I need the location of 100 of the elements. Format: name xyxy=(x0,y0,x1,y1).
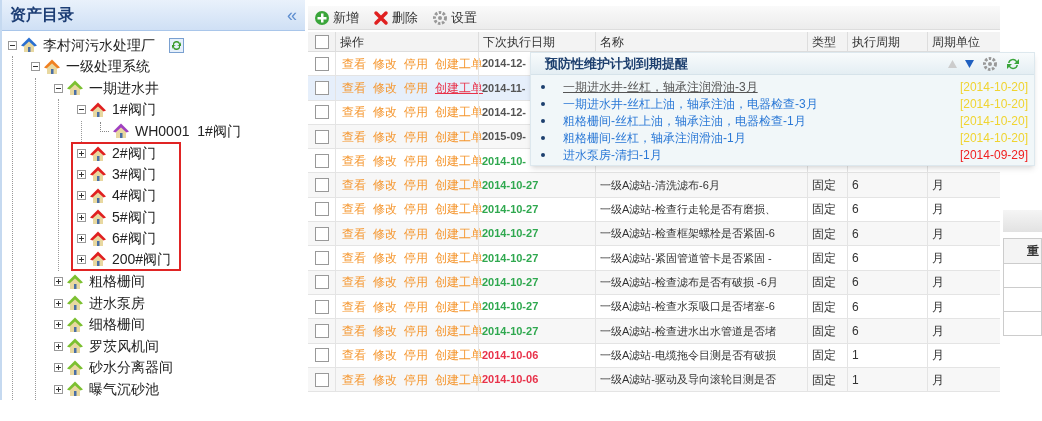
action-link[interactable]: 停用 xyxy=(404,127,428,146)
action-link[interactable]: 修改 xyxy=(373,78,397,97)
action-link[interactable]: 查看 xyxy=(342,273,366,292)
tree-item[interactable]: 罗茨风机间 xyxy=(89,335,159,357)
action-link[interactable]: 修改 xyxy=(373,127,397,146)
action-link[interactable]: 停用 xyxy=(404,297,428,316)
tree-item[interactable]: 200#阀门 xyxy=(112,248,172,270)
action-link[interactable]: 停用 xyxy=(404,54,428,73)
checkbox[interactable] xyxy=(314,275,329,290)
action-link[interactable]: 修改 xyxy=(373,176,397,195)
toolbar-button[interactable]: 设置 xyxy=(432,7,477,28)
expand-toggle[interactable] xyxy=(54,363,63,373)
tree-item[interactable]: 4#阀门 xyxy=(112,185,156,207)
action-link[interactable]: 停用 xyxy=(404,273,428,292)
action-link[interactable]: 查看 xyxy=(342,249,366,267)
expand-toggle[interactable] xyxy=(77,234,86,244)
action-link[interactable]: 查看 xyxy=(342,103,366,122)
expand-toggle[interactable] xyxy=(77,254,86,264)
tree-item[interactable]: 细格栅间 xyxy=(89,314,145,336)
checkbox[interactable] xyxy=(314,34,329,49)
tree-item[interactable]: 6#阀门 xyxy=(112,228,156,250)
checkbox[interactable] xyxy=(314,56,329,71)
checkbox[interactable] xyxy=(314,323,329,338)
tree-item[interactable]: 砂水分离器间 xyxy=(89,357,173,379)
action-link[interactable]: 停用 xyxy=(404,103,428,122)
tree-item[interactable]: 3#阀门 xyxy=(112,163,156,185)
action-link[interactable]: 查看 xyxy=(342,297,366,316)
tree-item[interactable]: 进水泵房 xyxy=(89,292,145,314)
reminder-link[interactable]: 进水泵房-清扫-1月 xyxy=(563,145,662,164)
action-link[interactable]: 修改 xyxy=(373,54,397,73)
action-link[interactable]: 修改 xyxy=(373,200,397,219)
reminder-link[interactable]: 一期进水井-丝杠上油，轴承注油，电器检查-3月 xyxy=(563,94,818,113)
collapse-button[interactable]: « xyxy=(287,5,297,24)
action-link[interactable]: 停用 xyxy=(404,78,428,97)
action-link[interactable]: 查看 xyxy=(342,78,366,97)
action-link[interactable]: 查看 xyxy=(342,346,366,365)
reminder-link[interactable]: 粗格栅间-丝杠上油，轴承注油，电器检查-1月 xyxy=(563,111,806,130)
tree-item[interactable]: 一级处理系统 xyxy=(66,56,150,78)
tree-item[interactable]: WH0001 1#阀门 xyxy=(135,120,241,142)
action-link[interactable]: 修改 xyxy=(373,370,397,389)
tree-item[interactable]: 2#阀门 xyxy=(112,143,156,165)
action-link[interactable]: 修改 xyxy=(373,249,397,267)
expand-toggle[interactable] xyxy=(77,212,86,222)
expand-toggle[interactable] xyxy=(54,384,63,394)
collapse-toggle[interactable] xyxy=(54,83,63,93)
action-link[interactable]: 查看 xyxy=(342,151,366,170)
action-link[interactable]: 修改 xyxy=(373,103,397,122)
checkbox[interactable] xyxy=(314,226,329,241)
checkbox[interactable] xyxy=(314,80,329,95)
checkbox[interactable] xyxy=(314,153,329,168)
action-link[interactable]: 查看 xyxy=(342,224,366,243)
checkbox[interactable] xyxy=(314,178,329,193)
checkbox[interactable] xyxy=(314,372,329,387)
expand-toggle[interactable] xyxy=(54,320,63,330)
action-link[interactable]: 查看 xyxy=(342,370,366,389)
tree-item[interactable]: 1#阀门 xyxy=(112,99,156,121)
expand-toggle[interactable] xyxy=(77,191,86,201)
toolbar-button[interactable]: 新增 xyxy=(314,7,359,28)
action-link[interactable]: 修改 xyxy=(373,151,397,170)
action-link[interactable]: 停用 xyxy=(404,321,428,340)
refresh-button[interactable] xyxy=(169,37,184,53)
action-link[interactable]: 停用 xyxy=(404,224,428,243)
checkbox[interactable] xyxy=(314,105,329,120)
action-link[interactable]: 停用 xyxy=(404,346,428,365)
reminder-link[interactable]: 一期进水井-丝杠，轴承注润滑油-3月 xyxy=(563,77,758,96)
tree-item[interactable]: 5#阀门 xyxy=(112,206,156,228)
action-link[interactable]: 查看 xyxy=(342,321,366,340)
tree-item[interactable]: 粗格栅间 xyxy=(89,271,145,293)
action-link[interactable]: 停用 xyxy=(404,176,428,195)
action-link[interactable]: 查看 xyxy=(342,127,366,146)
action-link[interactable]: 修改 xyxy=(373,224,397,243)
expand-toggle[interactable] xyxy=(54,298,63,308)
collapse-toggle[interactable] xyxy=(8,40,17,50)
action-link[interactable]: 查看 xyxy=(342,54,366,73)
action-link[interactable]: 修改 xyxy=(373,321,397,340)
action-link[interactable]: 停用 xyxy=(404,200,428,219)
action-link[interactable]: 修改 xyxy=(373,297,397,316)
tree-item[interactable]: 曝气沉砂池 xyxy=(89,378,159,400)
tree-item[interactable]: 李村河污水处理厂 xyxy=(43,34,155,56)
collapse-toggle[interactable] xyxy=(77,105,86,115)
action-link[interactable]: 停用 xyxy=(404,370,428,389)
expand-toggle[interactable] xyxy=(77,169,86,179)
action-link[interactable]: 停用 xyxy=(404,151,428,170)
toolbar-button[interactable]: 删除 xyxy=(373,7,418,28)
tree-item[interactable]: 一期进水井 xyxy=(89,77,159,99)
expand-toggle[interactable] xyxy=(54,341,63,351)
checkbox[interactable] xyxy=(314,202,329,217)
action-link[interactable]: 查看 xyxy=(342,176,366,195)
action-link[interactable]: 修改 xyxy=(373,346,397,365)
checkbox[interactable] xyxy=(314,299,329,314)
reminder-link[interactable]: 粗格栅间-丝杠，轴承注润滑油-1月 xyxy=(563,128,746,147)
expand-toggle[interactable] xyxy=(77,149,86,159)
checkbox[interactable] xyxy=(314,129,329,144)
collapse-toggle[interactable] xyxy=(31,62,40,72)
checkbox[interactable] xyxy=(314,251,329,265)
checkbox[interactable] xyxy=(314,348,329,363)
expand-toggle[interactable] xyxy=(54,277,63,287)
action-link[interactable]: 查看 xyxy=(342,200,366,219)
action-link[interactable]: 修改 xyxy=(373,273,397,292)
action-link[interactable]: 停用 xyxy=(404,249,428,267)
